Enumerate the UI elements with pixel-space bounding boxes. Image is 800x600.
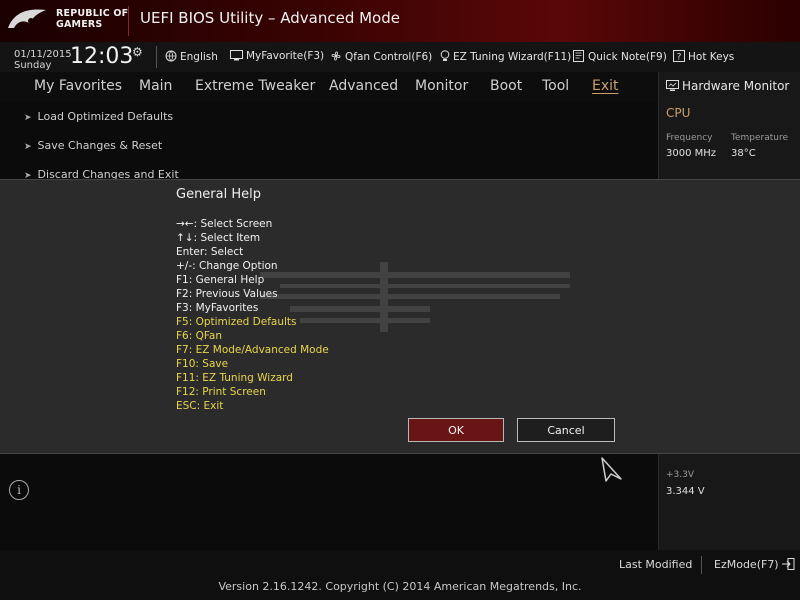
gear-icon[interactable]: ⚙ [132,45,143,59]
temperature-label: Temperature [731,133,789,143]
clock-display[interactable]: 12:03 [70,44,133,69]
hardware-monitor-title: Hardware Monitor [666,79,789,93]
globe-icon [165,50,177,62]
help-line: Enter: Select [176,246,244,258]
quick-note-label: Quick Note(F9) [588,51,667,63]
quick-note-button[interactable]: Quick Note(F9) [573,50,667,63]
tab-monitor[interactable]: Monitor [415,78,468,94]
last-modified-button[interactable]: Last Modified [619,558,692,571]
svg-text:?: ? [677,53,682,63]
ok-button[interactable]: OK [408,418,504,442]
header-divider [128,6,129,36]
exit-arrow-icon [782,558,795,570]
info-icon[interactable]: i [9,480,29,500]
chevron-right-icon: ➤ [24,113,32,123]
menu-item-load-optimized-defaults[interactable]: ➤ Load Optimized Defaults [24,110,173,123]
description-area [0,452,656,550]
menu-item-save-changes-reset[interactable]: ➤ Save Changes & Reset [24,139,162,152]
tab-boot[interactable]: Boot [490,78,522,94]
voltage-value: 3.344 V [666,486,705,497]
day-text: Sunday [14,60,52,71]
menu-item-label: Load Optimized Defaults [37,110,174,123]
tab-extreme-tweaker[interactable]: Extreme Tweaker [195,78,315,94]
hot-keys-label: Hot Keys [688,51,735,63]
help-line: F2: Previous Values [176,288,278,300]
ez-tuning-label: EZ Tuning Wizard(F11) [453,51,572,63]
voltage-label: +3.3V [666,470,695,480]
question-icon: ? [673,50,685,63]
brand-line-1: REPUBLIC OF [56,8,129,19]
version-text: Version 2.16.1242. Copyright (C) 2014 Am… [218,580,582,593]
date-display: 01/11/2015 Sunday [14,49,72,71]
dialog-title: General Help [176,187,262,202]
help-line: F12: Print Screen [176,386,266,398]
cancel-button[interactable]: Cancel [517,418,615,442]
tab-my-favorites[interactable]: My Favorites [34,78,122,94]
help-line: F11: EZ Tuning Wizard [176,372,293,384]
hot-keys-button[interactable]: ? Hot Keys [673,50,734,63]
help-line: →←: Select Screen [176,218,273,230]
help-line: ↑↓: Select Item [176,232,261,244]
my-favorite-button[interactable]: MyFavorite(F3) [230,50,324,62]
app-title: UEFI BIOS Utility – Advanced Mode [140,9,400,27]
brand-line-2: GAMERS [56,19,103,30]
mouse-cursor-icon [601,457,622,482]
toolbar-divider [156,46,157,68]
watermark-graphic [260,262,570,332]
fan-icon [331,51,341,61]
my-favorite-label: MyFavorite(F3) [246,50,325,62]
tab-main[interactable]: Main [139,78,172,94]
qfan-control-button[interactable]: Qfan Control(F6) [330,50,432,63]
date-text: 01/11/2015 [14,49,72,60]
favorite-monitor-icon [230,50,243,61]
frequency-value: 3000 MHz [666,148,717,159]
menu-item-label: Save Changes & Reset [37,139,163,152]
help-line: F5: Optimized Defaults [176,316,297,328]
language-button[interactable]: English [165,50,218,63]
help-line: ESC: Exit [176,400,224,412]
cpu-section-title: CPU [666,106,691,120]
footer-divider [701,556,702,574]
qfan-label: Qfan Control(F6) [345,51,433,63]
bulb-icon [440,50,450,61]
tab-exit[interactable]: Exit [592,78,619,94]
frequency-label: Frequency [666,133,713,143]
tab-tool[interactable]: Tool [542,78,569,94]
rog-logo-icon [8,9,46,28]
hardware-monitor-label: Hardware Monitor [682,79,790,93]
help-line: F3: MyFavorites [176,302,259,314]
tab-advanced[interactable]: Advanced [329,78,398,94]
ez-tuning-wizard-button[interactable]: EZ Tuning Wizard(F11) [440,50,571,63]
note-icon [573,50,584,62]
help-line: +/-: Change Option [176,260,278,272]
chevron-right-icon: ➤ [24,142,32,152]
ez-mode-label: EzMode(F7) [714,558,779,571]
ez-mode-button[interactable]: EzMode(F7) [714,558,795,571]
monitor-icon [666,80,679,91]
temperature-value: 38°C [731,148,756,159]
help-line: F6: QFan [176,330,223,342]
help-line: F1: General Help [176,274,265,286]
help-line: F7: EZ Mode/Advanced Mode [176,344,329,356]
help-line: F10: Save [176,358,229,370]
language-label: English [180,51,218,63]
brand-logo-text: REPUBLIC OF GAMERS [56,8,128,30]
